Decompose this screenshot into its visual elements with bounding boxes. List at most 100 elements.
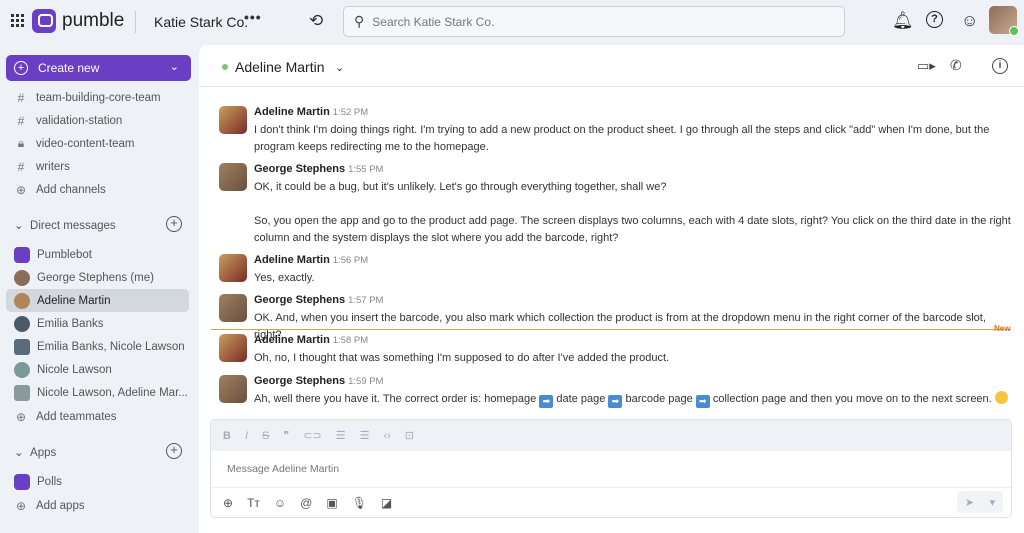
message-author[interactable]: George Stephens 1:57 PM bbox=[254, 294, 383, 306]
numbered-list-icon[interactable]: ☰ bbox=[336, 429, 346, 442]
code-block-icon[interactable]: ⊡ bbox=[405, 429, 414, 442]
search-icon: ⚲ bbox=[354, 13, 365, 29]
message-time: 1:57 PM bbox=[348, 295, 384, 306]
channel-name[interactable]: Adeline Martin bbox=[235, 59, 325, 75]
dm-george-stephens[interactable]: George Stephens (me) bbox=[6, 266, 189, 289]
hash-icon: # bbox=[17, 113, 25, 128]
message-author[interactable]: Adeline Martin 1:58 PM bbox=[254, 334, 368, 346]
hash-icon: # bbox=[17, 159, 25, 174]
bullet-list-icon[interactable]: ☰ bbox=[360, 429, 370, 442]
strikethrough-icon[interactable]: S bbox=[262, 430, 269, 442]
dm-label: Emilia Banks bbox=[37, 317, 104, 330]
add-channels-label: Add channels bbox=[36, 183, 106, 196]
send-options-chevron-icon[interactable]: ▾ bbox=[990, 496, 996, 509]
bold-icon[interactable]: B bbox=[223, 430, 231, 442]
dm-label: Nicole Lawson, Adeline Mar... bbox=[37, 386, 188, 399]
apps-header-label: Apps bbox=[30, 447, 57, 459]
app-grid-icon[interactable] bbox=[11, 14, 24, 27]
add-apps-label: Add apps bbox=[36, 499, 85, 512]
group-avatar bbox=[14, 338, 30, 355]
link-icon[interactable]: ⊂⊃ bbox=[303, 429, 321, 442]
user-avatar[interactable] bbox=[989, 6, 1019, 36]
app-name: pumble bbox=[62, 10, 125, 31]
message-time: 1:55 PM bbox=[348, 164, 384, 175]
message-text: I don't think I'm doing things right. I'… bbox=[254, 124, 990, 153]
plus-icon: + bbox=[14, 61, 28, 75]
message-author[interactable]: George Stephens 1:59 PM bbox=[254, 375, 383, 387]
chevron-down-icon[interactable]: ⌄ bbox=[335, 61, 344, 74]
new-label: New bbox=[994, 324, 1011, 333]
create-new-label: Create new bbox=[38, 61, 100, 75]
avatar bbox=[14, 315, 30, 332]
channel-validation-station[interactable]: # validation-station bbox=[6, 109, 189, 132]
search-input[interactable]: ⚲ Search Katie Stark Co. bbox=[343, 6, 845, 37]
help-icon[interactable]: ? bbox=[926, 11, 943, 28]
add-channels-button[interactable]: ⊕ Add channels bbox=[6, 178, 189, 201]
dm-pumblebot[interactable]: Pumblebot bbox=[6, 243, 189, 266]
chevron-down-icon: ⌄ bbox=[14, 447, 31, 459]
channel-team-building-core-team[interactable]: # team-building-core-team bbox=[6, 86, 189, 109]
message-author[interactable]: George Stephens 1:55 PM bbox=[254, 163, 383, 175]
dm-nicole-lawson[interactable]: Nicole Lawson bbox=[6, 358, 189, 381]
channel-writers[interactable]: # writers bbox=[6, 155, 189, 178]
direct-messages-header[interactable]: ⌄ Direct messages bbox=[14, 218, 116, 232]
message-text: Oh, no, I thought that was something I'm… bbox=[254, 352, 670, 364]
italic-icon[interactable]: I bbox=[245, 430, 248, 442]
avatar bbox=[219, 254, 247, 282]
phone-icon[interactable]: ✆ bbox=[950, 57, 962, 74]
workspace-more-button[interactable]: ••• bbox=[244, 9, 262, 25]
app-label: Polls bbox=[37, 475, 62, 488]
message-time: 1:56 PM bbox=[332, 255, 369, 266]
send-button[interactable]: ➤ ▾ bbox=[957, 491, 1003, 513]
avatar bbox=[219, 375, 247, 403]
sidebar: + Create new ⌄ # team-building-core-team # v… bbox=[0, 44, 198, 533]
message-text: Ah, well there you have it. The correct … bbox=[254, 391, 1014, 408]
channel-video-content-team[interactable]: 🔒︎ video-content-team bbox=[6, 132, 189, 155]
code-icon[interactable]: ‹› bbox=[383, 430, 390, 442]
message-input[interactable]: Message Adeline Martin bbox=[211, 451, 1011, 488]
search-placeholder: Search Katie Stark Co. bbox=[372, 14, 495, 29]
channel-header: Adeline Martin ⌄ ▭▸ ✆ i bbox=[199, 45, 1024, 87]
video-clip-icon[interactable]: ▣ bbox=[326, 496, 337, 510]
plus-circle-icon: ⊕ bbox=[15, 182, 27, 197]
send-icon[interactable]: ➤ bbox=[965, 496, 974, 509]
create-new-button[interactable]: + Create new ⌄ bbox=[6, 55, 191, 81]
emoji-icon[interactable]: ☺ bbox=[274, 496, 286, 510]
bot-icon bbox=[14, 246, 30, 263]
avatar bbox=[219, 163, 247, 191]
avatar bbox=[14, 292, 30, 309]
emoji-status-icon[interactable]: ☺ bbox=[961, 11, 978, 31]
add-teammates-button[interactable]: ⊕ Add teammates bbox=[6, 405, 189, 428]
divider bbox=[135, 11, 136, 33]
dm-adeline-martin[interactable]: Adeline Martin bbox=[6, 289, 189, 312]
video-call-icon[interactable]: ▭▸ bbox=[917, 58, 936, 74]
message-author[interactable]: Adeline Martin 1:56 PM bbox=[254, 254, 368, 266]
workspace-name[interactable]: Katie Stark Co. bbox=[154, 14, 248, 30]
history-icon[interactable]: ⟲ bbox=[309, 11, 323, 31]
dm-emilia-nicole[interactable]: Emilia Banks, Nicole Lawson bbox=[6, 335, 189, 358]
online-status-icon bbox=[222, 64, 228, 70]
app-polls[interactable]: Polls bbox=[6, 470, 189, 493]
info-icon[interactable]: i bbox=[992, 58, 1008, 74]
slash-command-icon[interactable]: ◪ bbox=[381, 496, 392, 510]
add-apps-button[interactable]: ⊕ Add apps bbox=[6, 494, 189, 517]
arrow-right-emoji-icon: ➡ bbox=[695, 395, 710, 408]
message-author[interactable]: Adeline Martin 1:52 PM bbox=[254, 106, 368, 118]
dm-label: Pumblebot bbox=[37, 248, 92, 261]
microphone-icon[interactable]: 🎙︎ bbox=[352, 496, 367, 510]
quote-icon[interactable]: ❞ bbox=[283, 429, 289, 442]
text-format-icon[interactable]: Tт bbox=[247, 496, 260, 510]
add-dm-button[interactable]: + bbox=[166, 216, 182, 232]
dm-emilia-banks[interactable]: Emilia Banks bbox=[6, 312, 189, 335]
apps-header[interactable]: ⌄ Apps bbox=[14, 445, 56, 459]
dm-nicole-adeline[interactable]: Nicole Lawson, Adeline Mar... bbox=[6, 381, 189, 404]
mention-icon[interactable]: @ bbox=[300, 496, 312, 510]
message-paragraph: OK, it could be a bug, but it's unlikely… bbox=[254, 181, 667, 193]
plus-circle-icon[interactable]: ⊕ bbox=[223, 496, 233, 510]
bell-icon[interactable]: 🔔︎ bbox=[892, 11, 914, 31]
channel-label: writers bbox=[36, 160, 70, 173]
new-messages-divider bbox=[211, 329, 1011, 330]
message-text: OK, it could be a bug, but it's unlikely… bbox=[254, 179, 1014, 247]
add-app-button[interactable]: + bbox=[166, 443, 182, 459]
dm-label: Adeline Martin bbox=[37, 294, 111, 307]
